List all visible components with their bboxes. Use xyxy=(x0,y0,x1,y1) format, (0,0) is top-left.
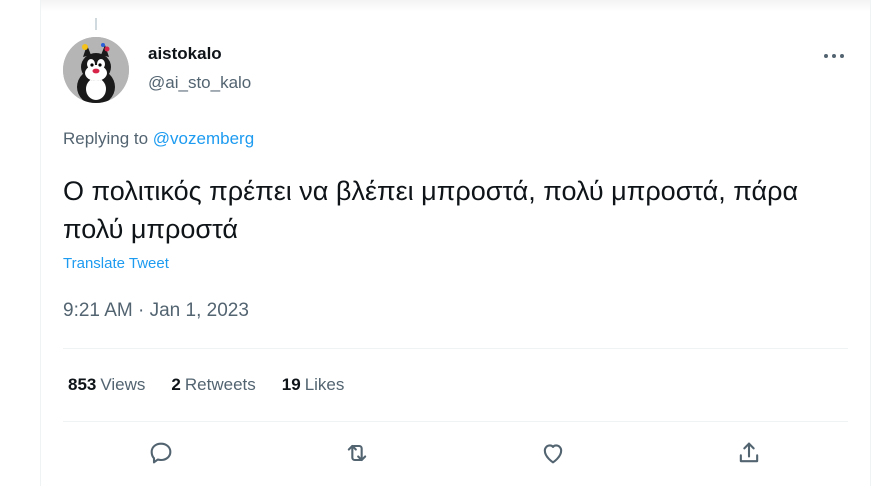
retweets-stat[interactable]: 2 Retweets xyxy=(171,375,255,395)
tweet-text: Ο πολιτικός πρέπει να βλέπει μπροστά, πο… xyxy=(63,176,799,244)
author-handle[interactable]: @ai_sto_kalo xyxy=(148,73,251,93)
tweet-timestamp[interactable]: 9:21 AM · Jan 1, 2023 xyxy=(63,300,249,322)
replying-to-mention-link[interactable]: @vozemberg xyxy=(153,129,254,148)
retweets-label: Retweets xyxy=(184,375,256,394)
likes-stat[interactable]: 19 Likes xyxy=(282,375,345,395)
previous-tweet-fade xyxy=(41,0,870,12)
author-name[interactable]: aistokalo xyxy=(148,44,222,64)
divider xyxy=(63,421,848,422)
tweet-card: aistokalo @ai_sto_kalo Replying to @voze… xyxy=(40,0,871,486)
reply-icon[interactable] xyxy=(147,439,175,467)
views-label: Views xyxy=(100,375,146,394)
more-options-icon[interactable] xyxy=(822,46,846,66)
replying-to-line: Replying to @vozemberg xyxy=(63,129,254,149)
likes-count: 19 xyxy=(281,375,301,394)
divider xyxy=(63,348,848,349)
like-icon[interactable] xyxy=(539,439,567,467)
avatar-cartoon-cat-image xyxy=(63,37,129,103)
views-stat: 853 Views xyxy=(68,375,145,395)
engagement-stats: 853 Views 2 Retweets 19 Likes xyxy=(68,375,344,395)
share-icon[interactable] xyxy=(735,439,763,467)
replying-to-prefix: Replying to xyxy=(63,129,149,148)
likes-label: Likes xyxy=(304,375,345,394)
retweet-icon[interactable] xyxy=(343,439,371,467)
thread-connector-line xyxy=(95,18,97,30)
avatar[interactable] xyxy=(63,37,129,103)
translate-tweet-link[interactable]: Translate Tweet xyxy=(63,255,169,272)
views-count: 853 xyxy=(68,375,97,394)
retweets-count: 2 xyxy=(171,375,181,394)
